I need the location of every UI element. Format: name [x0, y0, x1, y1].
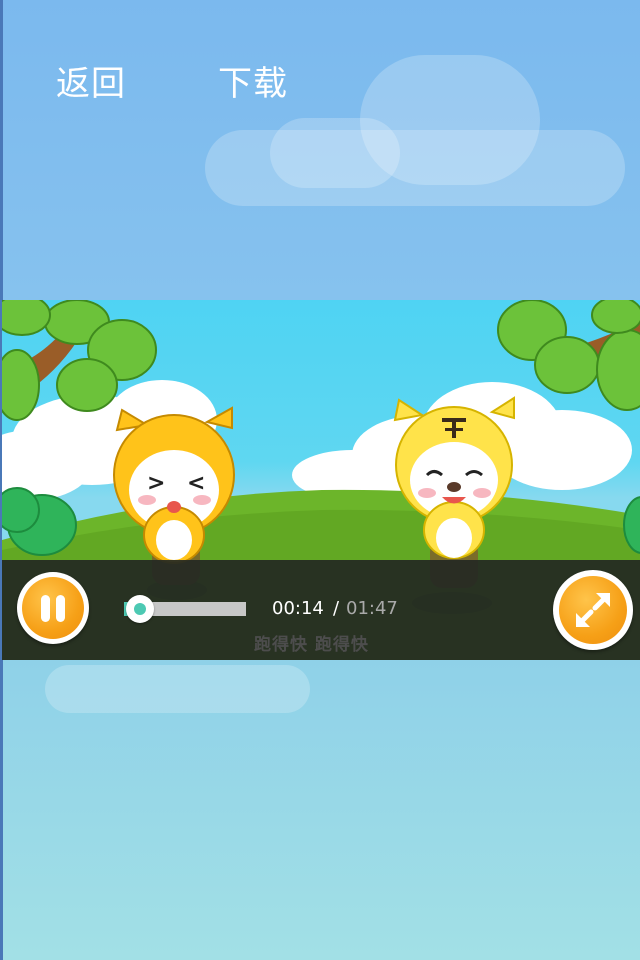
player-controls: 00:14 / 01:47 跑得快 跑得快 [2, 560, 640, 660]
time-separator: / [333, 598, 340, 619]
background-cloud [45, 665, 310, 713]
pause-button[interactable] [17, 572, 89, 644]
pause-bar [56, 595, 65, 622]
progress-bar[interactable] [124, 595, 246, 623]
video-subtitle: 跑得快 跑得快 [254, 635, 369, 655]
total-time: 01:47 [346, 598, 398, 619]
current-time: 00:14 [272, 598, 324, 619]
background-cloud [360, 55, 540, 185]
svg-text:>: > [147, 471, 165, 496]
download-button[interactable]: 下载 [218, 62, 288, 106]
fullscreen-button[interactable] [553, 570, 633, 650]
pause-bar [41, 595, 50, 622]
video-player[interactable]: > < 00:14 / 01:47 跑得快 跑得快 [2, 300, 640, 660]
progress-knob-dot [133, 603, 146, 615]
back-button[interactable]: 返回 [56, 62, 126, 106]
svg-text:<: < [187, 471, 205, 496]
fullscreen-expand-icon [576, 593, 610, 627]
pause-icon [22, 577, 84, 639]
progress-knob[interactable] [125, 595, 154, 623]
